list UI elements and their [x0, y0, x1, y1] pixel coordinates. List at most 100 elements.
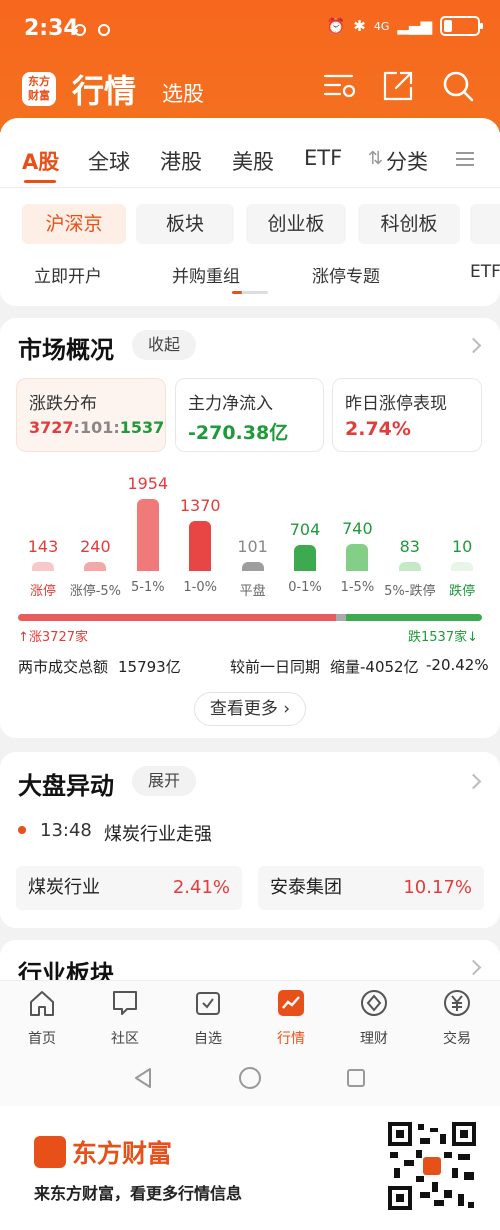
chip-star-market[interactable]: 科创板: [358, 204, 460, 244]
up-count: 3727: [29, 418, 74, 437]
link-etf[interactable]: ETF: [470, 262, 500, 282]
notification-icon: [98, 24, 110, 36]
chip-more[interactable]: [470, 204, 500, 244]
section-title: 大盘异动: [18, 772, 114, 800]
tab-us[interactable]: 美股: [232, 146, 274, 176]
chip-hushenjing[interactable]: 沪深京: [22, 204, 126, 244]
down-ratio-bar: [346, 614, 482, 621]
divider: [0, 187, 500, 188]
nav-label: 理财: [360, 1031, 388, 1047]
bottom-navigation: [0, 980, 500, 1054]
page-title: 行情: [72, 72, 137, 110]
nav-community[interactable]: 社区: [95, 988, 155, 1048]
box-yesterday-limit-up[interactable]: 昨日涨停表现 2.74%: [332, 378, 482, 452]
link-open-account[interactable]: 立即开户: [34, 262, 102, 287]
compare-pct: -20.42%: [426, 656, 489, 674]
signal-icon: ▂▄▆: [397, 17, 432, 35]
tab-hk[interactable]: 港股: [160, 146, 202, 176]
box-value: -270.38亿: [188, 422, 289, 444]
box-label: 昨日涨停表现: [345, 394, 447, 414]
chart-value-label: 704: [289, 520, 321, 539]
settings-list-icon[interactable]: [322, 68, 358, 104]
qr-code-icon: [386, 1120, 478, 1212]
home-circle-icon[interactable]: [238, 1066, 262, 1090]
box-value: 2.74%: [345, 418, 411, 440]
view-more-label: 查看更多: [209, 699, 278, 719]
box-up-down-distribution[interactable]: 涨跌分布 3727:101:1537: [16, 378, 166, 452]
item-name: 煤炭行业: [28, 877, 100, 898]
nav-market[interactable]: 行情: [261, 988, 321, 1048]
movement-item-stock[interactable]: 安泰集团 10.17%: [258, 866, 484, 910]
back-icon[interactable]: [132, 1066, 154, 1090]
chart-bar: [451, 562, 474, 571]
nav-label: 首页: [28, 1031, 56, 1047]
tab-indicator: [24, 180, 56, 183]
status-icons: ⏰ ✱ 4G ▂▄▆: [326, 16, 483, 36]
tab-a-share[interactable]: A股: [22, 146, 59, 176]
nav-label: 自选: [194, 1031, 222, 1047]
nav-home[interactable]: 首页: [12, 988, 72, 1048]
up-count-text: 涨3727家: [28, 630, 88, 645]
box-value: 3727:101:1537: [29, 418, 164, 437]
menu-icon[interactable]: [456, 148, 474, 170]
status-time: 2:34: [24, 16, 79, 41]
link-mna[interactable]: 并购重组: [172, 262, 240, 287]
stock-picker-link[interactable]: 选股: [162, 78, 204, 108]
sort-icon: ⇅: [368, 148, 384, 169]
scroll-indicator: [232, 291, 268, 294]
tab-etf[interactable]: ETF: [304, 146, 342, 170]
movement-item-industry[interactable]: 煤炭行业 2.41%: [16, 866, 242, 910]
event-text[interactable]: 煤炭行业走强: [104, 820, 212, 846]
event-time: 13:48: [40, 820, 92, 841]
chart-category-label: 跌停: [449, 584, 476, 599]
nav-trade[interactable]: 交易: [427, 988, 487, 1048]
yen-icon: [444, 990, 470, 1016]
banner-slogan: 来东方财富，看更多行情信息: [34, 1184, 243, 1203]
compare-change: 缩量-4052亿: [330, 658, 419, 676]
recents-icon[interactable]: [346, 1068, 366, 1088]
nav-label: 交易: [443, 1031, 471, 1047]
chart-bar: [398, 562, 421, 571]
app-logo[interactable]: 东方 财富: [22, 72, 56, 106]
chart-category-label: 0-1%: [288, 580, 322, 595]
brand-logo-icon: [34, 1136, 66, 1168]
chart-bar: [294, 545, 316, 571]
chart-value-label: 101: [237, 537, 268, 556]
collapse-button[interactable]: 收起: [132, 330, 197, 360]
search-icon[interactable]: [440, 68, 476, 104]
section-title: 市场概况: [18, 336, 114, 364]
share-icon[interactable]: [380, 68, 416, 104]
tab-category[interactable]: 分类: [386, 146, 428, 176]
box-label: 主力净流入: [188, 394, 273, 414]
logo-text: 财富: [28, 89, 50, 102]
nav-wealth[interactable]: 理财: [344, 988, 404, 1048]
chart-bar: [241, 562, 264, 571]
chart-bar: [189, 521, 212, 571]
network-label: 4G: [373, 19, 390, 33]
flat-count: 101: [79, 418, 114, 437]
chip-sector[interactable]: 板块: [136, 204, 234, 244]
chart-value-label: 240: [80, 537, 111, 556]
chart-value-label: 143: [27, 537, 59, 556]
diamond-icon: [361, 990, 387, 1016]
chip-chinext[interactable]: 创业板: [246, 204, 346, 244]
flat-ratio-bar: [336, 614, 346, 621]
up-ratio-bar: [18, 614, 336, 621]
chart-icon: [278, 990, 304, 1016]
alarm-icon: ⏰: [326, 17, 346, 35]
nav-watchlist[interactable]: 自选: [178, 988, 238, 1048]
turnover-label: 两市成交总额: [18, 658, 109, 676]
down-count-label: 跌1537家↓: [408, 630, 478, 645]
turnover-value: 15793亿: [118, 658, 181, 676]
expand-button[interactable]: 展开: [132, 766, 197, 796]
chart-value-label: 10: [452, 537, 473, 556]
tab-global[interactable]: 全球: [88, 146, 130, 176]
item-pct: 2.41%: [172, 877, 230, 898]
down-count-text: 跌1537家: [408, 630, 468, 645]
link-limit-up[interactable]: 涨停专题: [312, 262, 380, 287]
box-main-net-inflow[interactable]: 主力净流入 -270.38亿: [175, 378, 324, 452]
chart-value-label: 83: [399, 537, 420, 556]
view-more-button[interactable]: 查看更多 ›: [194, 692, 306, 726]
checklist-icon: [196, 992, 220, 1015]
chart-category-label: 5-1%: [131, 580, 165, 595]
